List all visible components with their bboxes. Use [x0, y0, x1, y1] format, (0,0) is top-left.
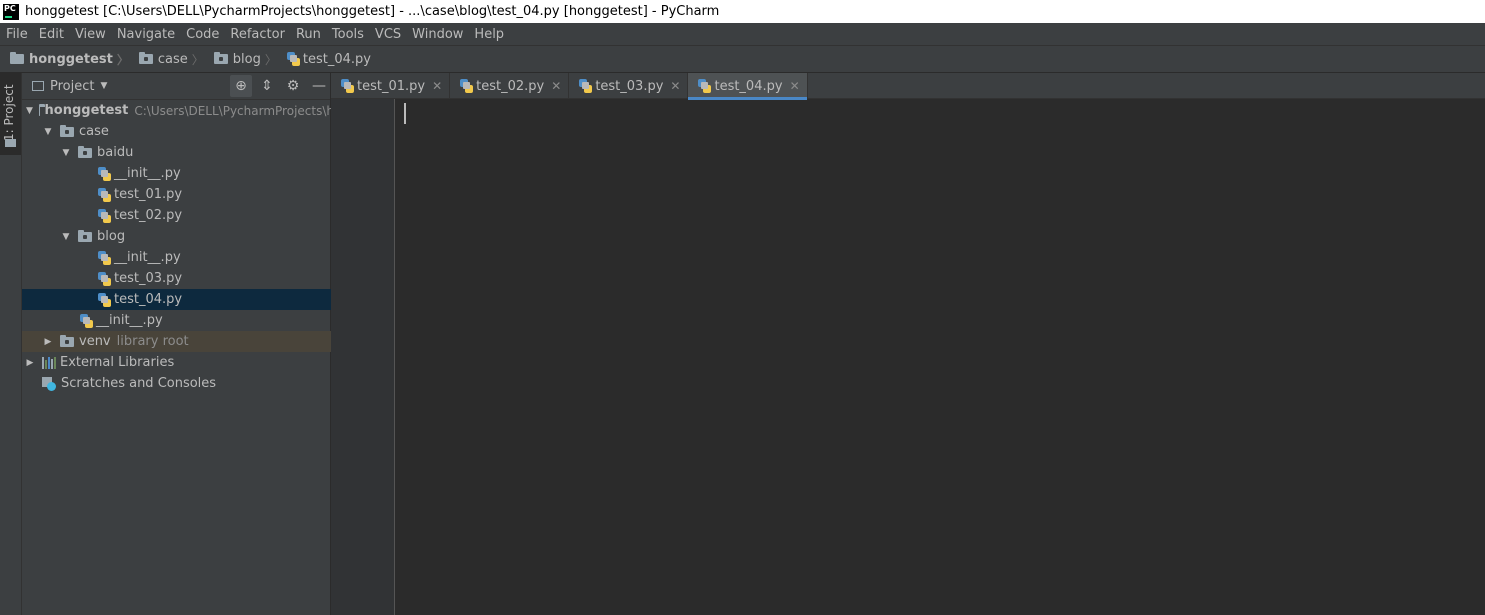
tree-item-honggetest[interactable]: ▼ honggetest C:\Users\DELL\PycharmProjec…	[22, 100, 334, 121]
tool-window-tab-project[interactable]: 1: Project	[0, 73, 21, 155]
project-view-icon	[32, 81, 44, 91]
scratches-icon	[42, 376, 56, 391]
expanded-arrow-icon[interactable]: ▼	[60, 232, 72, 242]
chevron-right-icon: 〉	[264, 52, 277, 67]
python-file-icon	[98, 250, 111, 265]
python-file-icon	[98, 271, 111, 286]
close-icon[interactable]: ✕	[432, 79, 442, 93]
title-bar: PC honggetest [C:\Users\DELL\PycharmProj…	[0, 0, 1485, 23]
python-file-icon	[698, 79, 712, 93]
folder-icon	[138, 52, 153, 64]
breadcrumb-item-project[interactable]: honggetest 〉	[10, 51, 129, 68]
folder-icon	[213, 52, 228, 64]
tree-item-case[interactable]: ▼ case	[22, 121, 350, 142]
gear-icon[interactable]: ⚙	[282, 75, 304, 97]
locate-file-icon[interactable]: ⊕	[230, 75, 252, 97]
collapsed-arrow-icon[interactable]: ▶	[24, 358, 36, 368]
python-file-icon	[579, 79, 593, 93]
close-icon[interactable]: ✕	[790, 79, 800, 93]
minimize-icon[interactable]: —	[308, 75, 330, 97]
expanded-arrow-icon[interactable]: ▼	[60, 148, 72, 158]
menu-bar: File Edit View Navigate Code Refactor Ru…	[0, 23, 1485, 45]
close-icon[interactable]: ✕	[551, 79, 561, 93]
code-editor[interactable]	[396, 99, 1485, 615]
tree-item-blog[interactable]: ▼ blog	[22, 226, 368, 247]
menu-file[interactable]: File	[0, 27, 33, 42]
project-panel: Project ▼ ⊕ ⇕ ⚙ — ▼ honggetest C:\Users\…	[22, 73, 406, 615]
folder-icon	[78, 229, 92, 242]
menu-vcs[interactable]: VCS	[369, 27, 406, 42]
folder-icon	[60, 334, 74, 347]
breadcrumb-item-case[interactable]: case 〉	[138, 51, 204, 68]
menu-run[interactable]: Run	[290, 27, 326, 42]
python-file-icon	[98, 166, 111, 181]
tab-test-03[interactable]: test_03.py ✕	[569, 73, 689, 99]
menu-edit[interactable]: Edit	[33, 27, 69, 42]
menu-window[interactable]: Window	[406, 27, 468, 42]
tree-item-scratches[interactable]: Scratches and Consoles	[22, 373, 350, 394]
left-tool-strip: 1: Project	[0, 73, 22, 615]
python-file-icon	[80, 313, 93, 328]
expanded-arrow-icon[interactable]: ▼	[26, 106, 33, 116]
menu-view[interactable]: View	[69, 27, 111, 42]
window-title: honggetest [C:\Users\DELL\PycharmProject…	[25, 4, 720, 19]
folder-icon	[10, 52, 24, 64]
menu-navigate[interactable]: Navigate	[111, 27, 180, 42]
python-file-icon	[286, 52, 300, 66]
project-view-selector[interactable]: Project	[50, 79, 94, 94]
python-file-icon	[98, 208, 111, 223]
python-file-icon	[98, 292, 111, 307]
menu-help[interactable]: Help	[468, 27, 509, 42]
menu-refactor[interactable]: Refactor	[224, 27, 290, 42]
menu-code[interactable]: Code	[180, 27, 224, 42]
chevron-right-icon: 〉	[116, 52, 129, 67]
folder-icon	[78, 145, 92, 158]
collapse-all-icon[interactable]: ⇕	[256, 75, 278, 97]
expanded-arrow-icon[interactable]: ▼	[42, 127, 54, 137]
python-file-icon	[98, 187, 111, 202]
close-icon[interactable]: ✕	[670, 79, 680, 93]
tree-item-venv[interactable]: ▶ venv library root	[22, 331, 350, 352]
editor-area: test_01.py ✕ test_02.py ✕ test_03.py ✕ t…	[331, 73, 1485, 615]
chevron-down-icon[interactable]: ▼	[100, 81, 107, 91]
python-file-icon	[341, 79, 354, 93]
editor-tabs: test_01.py ✕ test_02.py ✕ test_03.py ✕ t…	[331, 73, 1485, 100]
project-panel-header: Project ▼ ⊕ ⇕ ⚙ —	[22, 73, 330, 100]
breadcrumb-item-file[interactable]: test_04.py	[286, 52, 371, 67]
library-icon	[42, 356, 56, 369]
editor-gutter	[331, 99, 395, 615]
tool-window-tab-label: 1: Project	[2, 84, 16, 141]
tree-item-baidu[interactable]: ▼ baidu	[22, 142, 368, 163]
tab-test-01[interactable]: test_01.py ✕	[331, 73, 451, 99]
chevron-right-icon: 〉	[191, 52, 204, 67]
folder-icon	[5, 139, 16, 147]
breadcrumb: honggetest 〉 case 〉 blog 〉 test_04.py	[0, 45, 1485, 73]
collapsed-arrow-icon[interactable]: ▶	[42, 337, 54, 347]
pycharm-logo-icon: PC	[3, 3, 19, 20]
tab-test-02[interactable]: test_02.py ✕	[450, 73, 570, 99]
tree-item-external-libraries[interactable]: ▶ External Libraries	[22, 352, 332, 373]
folder-icon	[38, 103, 43, 116]
tab-test-04-active[interactable]: test_04.py ✕	[688, 73, 808, 100]
folder-icon	[60, 124, 74, 137]
breadcrumb-item-blog[interactable]: blog 〉	[213, 51, 277, 68]
menu-tools[interactable]: Tools	[326, 27, 369, 42]
python-file-icon	[460, 79, 474, 93]
